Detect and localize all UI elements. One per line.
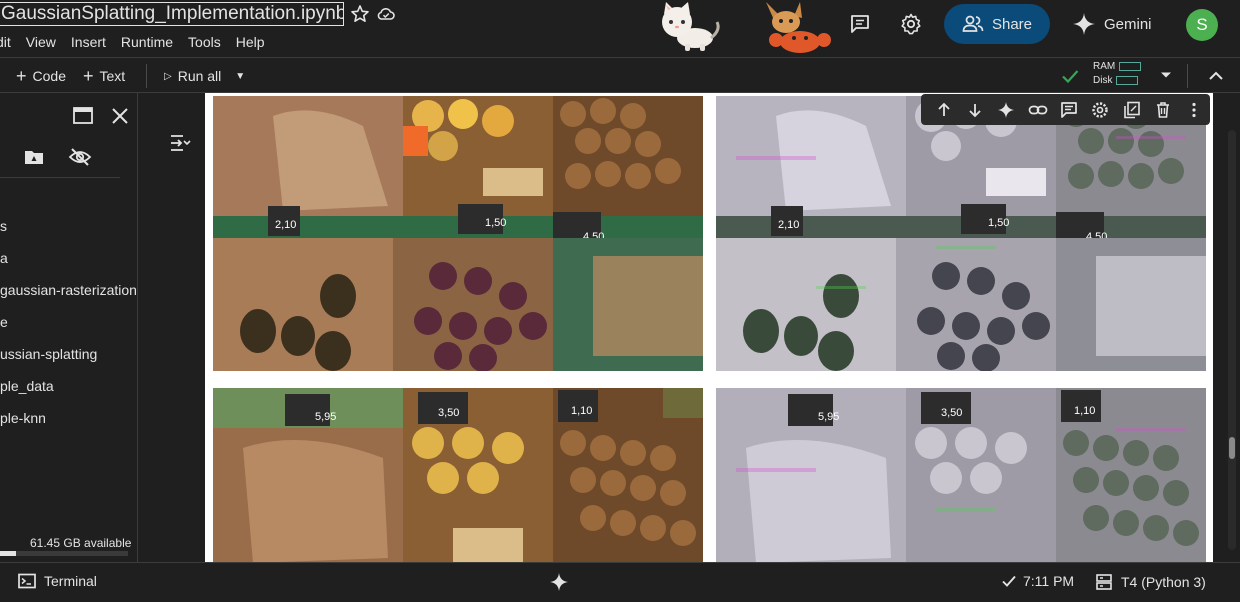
chevron-down-icon[interactable]: ▼ bbox=[235, 71, 245, 82]
sparkle-icon[interactable] bbox=[991, 98, 1022, 122]
file-item[interactable]: ple-knn bbox=[0, 409, 46, 427]
file-item[interactable]: ussian-splatting bbox=[0, 345, 97, 363]
ram-bar bbox=[1119, 61, 1142, 71]
original-image-top: 2,10 1,50 4,50 bbox=[213, 96, 703, 371]
cat-mascot-icon bbox=[655, 0, 725, 52]
svg-text:1,10: 1,10 bbox=[1074, 405, 1095, 417]
notebook-toolbar: + Code + Text ▷ Run all ▼ RAM Disk bbox=[0, 57, 1240, 93]
open-in-tab-icon[interactable] bbox=[72, 106, 94, 126]
star-icon[interactable] bbox=[350, 4, 370, 24]
ram-label: RAM bbox=[1093, 61, 1116, 72]
menu-bar: dit View Insert Runtime Tools Help bbox=[0, 31, 280, 53]
menu-runtime[interactable]: Runtime bbox=[121, 31, 181, 53]
cell-gutter bbox=[139, 93, 205, 562]
menu-insert[interactable]: Insert bbox=[71, 31, 114, 53]
cell-toolbar bbox=[921, 94, 1210, 125]
mount-drive-icon[interactable] bbox=[23, 146, 45, 168]
terminal-button[interactable]: Terminal bbox=[18, 573, 97, 589]
add-text-button[interactable]: + Text bbox=[83, 65, 125, 87]
file-item[interactable]: gaussian-rasterization bbox=[0, 281, 137, 299]
more-vert-icon[interactable] bbox=[1179, 98, 1210, 122]
disk-usage-track bbox=[16, 551, 128, 556]
gear-icon[interactable] bbox=[899, 12, 923, 36]
play-icon: ▷ bbox=[164, 70, 172, 82]
runtime-icon bbox=[1095, 573, 1113, 591]
execution-status[interactable]: 7:11 PM bbox=[1001, 573, 1074, 589]
cell-output: 2,10 1,50 4,50 2,10 1,50 4,50 5,95 3,50 … bbox=[205, 93, 1213, 562]
menu-edit[interactable]: dit bbox=[0, 31, 19, 53]
move-up-icon[interactable] bbox=[928, 98, 959, 122]
status-bar: Terminal 7:11 PM T4 (Python 3) bbox=[0, 562, 1240, 602]
run-all-label: Run all bbox=[177, 68, 222, 84]
move-down-icon[interactable] bbox=[959, 98, 990, 122]
resource-monitor[interactable]: RAM Disk bbox=[1093, 60, 1142, 88]
disk-label: Disk bbox=[1093, 75, 1113, 86]
sparkle-icon[interactable] bbox=[549, 572, 569, 592]
add-code-button[interactable]: + Code bbox=[16, 65, 66, 87]
people-icon bbox=[962, 15, 984, 33]
run-all-button[interactable]: ▷ Run all ▼ bbox=[164, 65, 245, 87]
comment-icon[interactable] bbox=[1053, 98, 1084, 122]
scrollbar-thumb[interactable] bbox=[1229, 437, 1235, 459]
delete-icon[interactable] bbox=[1147, 98, 1178, 122]
menu-help[interactable]: Help bbox=[236, 31, 273, 53]
chevron-up-icon[interactable] bbox=[1206, 66, 1226, 86]
runtime-label: T4 (Python 3) bbox=[1121, 574, 1206, 590]
execution-time: 7:11 PM bbox=[1023, 573, 1075, 589]
disk-available-text: 61.45 GB available bbox=[30, 536, 132, 550]
plus-icon: + bbox=[16, 66, 27, 86]
terminal-label: Terminal bbox=[44, 573, 97, 589]
file-item[interactable]: ple_data bbox=[0, 377, 54, 395]
disk-usage-bar bbox=[0, 551, 16, 556]
svg-text:1,50: 1,50 bbox=[988, 217, 1009, 229]
runtime-status[interactable]: T4 (Python 3) bbox=[1095, 573, 1206, 591]
svg-text:1,50: 1,50 bbox=[485, 217, 506, 229]
svg-text:3,50: 3,50 bbox=[438, 407, 459, 419]
avatar[interactable]: S bbox=[1186, 9, 1218, 41]
file-item[interactable]: a bbox=[0, 249, 8, 267]
share-button[interactable]: Share bbox=[944, 4, 1050, 44]
menu-tools[interactable]: Tools bbox=[188, 31, 229, 53]
share-label: Share bbox=[991, 15, 1033, 33]
gear-icon[interactable] bbox=[1085, 98, 1116, 122]
add-text-label: Text bbox=[99, 68, 126, 84]
sparkle-icon bbox=[1072, 12, 1096, 36]
check-icon bbox=[1060, 66, 1080, 86]
svg-text:2,10: 2,10 bbox=[778, 219, 799, 231]
svg-text:1,10: 1,10 bbox=[571, 405, 592, 417]
notebook-title-input[interactable]: GaussianSplatting_Implementation.ipynb bbox=[0, 2, 344, 26]
scrollbar-track[interactable] bbox=[1228, 130, 1236, 550]
top-bar: GaussianSplatting_Implementation.ipynb d… bbox=[0, 0, 1240, 57]
render-image-bottom: 5,95 3,50 1,10 bbox=[716, 388, 1206, 562]
svg-text:2,10: 2,10 bbox=[275, 219, 296, 231]
toolbar-divider bbox=[146, 64, 147, 88]
chevron-down-icon[interactable] bbox=[1159, 68, 1173, 82]
gemini-button[interactable]: Gemini bbox=[1072, 10, 1152, 38]
gemini-label: Gemini bbox=[1104, 15, 1152, 33]
toolbar-divider bbox=[1187, 64, 1188, 88]
render-image-top: 2,10 1,50 4,50 bbox=[716, 96, 1206, 371]
mirror-cell-icon[interactable] bbox=[1116, 98, 1147, 122]
comment-icon[interactable] bbox=[848, 12, 872, 36]
terminal-icon bbox=[18, 573, 36, 589]
hide-files-icon[interactable] bbox=[68, 146, 92, 168]
svg-text:3,50: 3,50 bbox=[941, 407, 962, 419]
link-icon[interactable] bbox=[1022, 98, 1053, 122]
menu-view[interactable]: View bbox=[26, 31, 64, 53]
crab-mascot-icon bbox=[760, 0, 832, 56]
add-code-label: Code bbox=[32, 68, 66, 84]
output-actions-icon[interactable] bbox=[169, 133, 191, 153]
file-browser-panel: s a gaussian-rasterization e ussian-spla… bbox=[0, 93, 138, 562]
close-icon[interactable] bbox=[110, 106, 130, 126]
plus-icon: + bbox=[83, 66, 94, 86]
svg-text:5,95: 5,95 bbox=[818, 411, 839, 423]
file-item[interactable]: e bbox=[0, 313, 8, 331]
disk-bar bbox=[1116, 75, 1139, 85]
original-image-bottom: 5,95 3,50 1,10 bbox=[213, 388, 703, 562]
panel-divider bbox=[0, 177, 120, 178]
svg-text:5,95: 5,95 bbox=[315, 411, 336, 423]
cloud-icon[interactable] bbox=[376, 4, 396, 24]
file-item[interactable]: s bbox=[0, 217, 7, 235]
check-icon bbox=[1001, 573, 1017, 589]
